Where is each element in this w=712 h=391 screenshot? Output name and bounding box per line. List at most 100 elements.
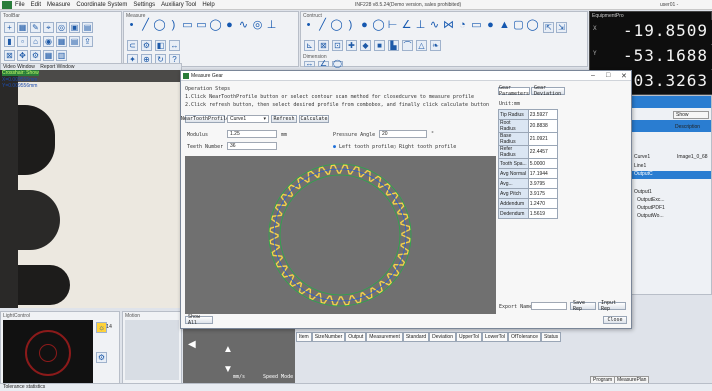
construct-line-icon[interactable]: ╱ [317, 20, 328, 31]
modulus-input[interactable]: 1.25 [227, 130, 277, 138]
col-size-number[interactable]: SizeNumber [311, 332, 346, 342]
construct-oval-icon[interactable]: ◯ [526, 20, 538, 31]
export-name-input[interactable] [531, 302, 567, 310]
item-outputc[interactable]: OutputC [631, 171, 711, 179]
light-settings-icon[interactable]: ⚙ [96, 352, 107, 363]
item-outputwo[interactable]: OutputWo... [637, 213, 664, 219]
motion-view[interactable]: ▲ ◀ ▼ mm/s Speed Mode [183, 329, 295, 384]
zoom-icon[interactable]: ◎ [56, 22, 67, 33]
construct-delta-icon[interactable]: △ [416, 40, 427, 51]
col-of-tolerance[interactable]: OfTolerance [508, 332, 541, 342]
report-icon[interactable]: ▤ [69, 36, 80, 47]
item-outputpdf[interactable]: OutputPDF1 [637, 205, 665, 211]
teeth-number-input[interactable]: 36 [227, 142, 277, 150]
point-tool-icon[interactable]: • [126, 20, 137, 31]
col-lower-tol[interactable]: LowerTol [482, 332, 509, 342]
construct-rect-icon[interactable]: ▭ [471, 20, 482, 31]
chart-icon[interactable]: ▥ [56, 50, 67, 61]
result-value[interactable]: 21.0921 [527, 132, 559, 146]
menu-coordinate-system[interactable]: Coordinate System [76, 2, 127, 8]
construct-extend-icon[interactable]: ⇱ [543, 22, 554, 33]
construct-angle-icon[interactable]: ∠ [401, 20, 412, 31]
construct-block-icon[interactable]: ■ [374, 40, 385, 51]
refresh-button[interactable]: Refresh [271, 115, 297, 123]
close-button[interactable]: Close [603, 316, 627, 324]
result-value[interactable]: 23.5927 [527, 109, 559, 120]
menu-auxiliary-tool[interactable]: Auxiliary Tool [161, 2, 196, 8]
item-output1[interactable]: Output1 [634, 189, 652, 195]
construct-point-icon[interactable]: • [303, 20, 314, 31]
rect-tool-icon[interactable]: ▭ [182, 20, 193, 31]
dim-distance-icon[interactable]: ↔ [304, 60, 315, 68]
construct-square-icon[interactable]: ▢ [513, 20, 524, 31]
grid2-icon[interactable]: ▦ [43, 50, 54, 61]
user-label[interactable]: user01 - [660, 2, 678, 8]
motion-pad[interactable] [125, 320, 179, 380]
window-icon[interactable]: ▣ [69, 22, 80, 33]
maximize-icon[interactable]: □ [606, 72, 610, 79]
dim-radius-icon[interactable]: ◯ [332, 60, 343, 68]
line-tool-icon[interactable]: ╱ [140, 20, 151, 31]
col-upper-tol[interactable]: UpperTol [456, 332, 483, 342]
menu-file[interactable]: File [15, 2, 25, 8]
right-filter[interactable]: Show [673, 111, 709, 119]
open-icon[interactable]: ▮ [4, 36, 15, 47]
result-value[interactable]: 1.2470 [527, 198, 559, 209]
near-tooth-profile-button[interactable]: NearToothProfile [181, 115, 229, 123]
fit-icon[interactable]: ⊠ [4, 50, 15, 61]
result-value[interactable]: 22.4457 [527, 145, 559, 159]
construct-fill-icon[interactable]: ▙ [388, 40, 399, 51]
result-value[interactable]: 20.8838 [527, 119, 559, 133]
col-output[interactable]: Output [345, 332, 367, 342]
result-value[interactable]: 17.1944 [527, 168, 559, 179]
layout-icon[interactable]: ▦ [56, 36, 67, 47]
left-profile-radio[interactable]: ● Left tooth profile [333, 144, 393, 150]
blob-tool-icon[interactable]: ● [224, 20, 235, 31]
home-icon[interactable]: ⌂ [30, 36, 41, 47]
construct-arc-icon[interactable]: ) [345, 20, 356, 31]
dim-angle-icon[interactable]: ∠ [318, 60, 329, 68]
construct-ring-icon[interactable]: ◯ [372, 20, 384, 31]
move-icon[interactable]: ✥ [17, 50, 28, 61]
table-icon[interactable]: ▤ [82, 22, 93, 33]
result-value[interactable]: 3.9175 [527, 188, 559, 199]
slot-tool-icon[interactable]: ▭ [196, 20, 207, 31]
curve-select[interactable]: Curve1 ▾ [227, 115, 269, 123]
light-ring-display[interactable] [3, 320, 93, 386]
col-status[interactable]: Status [541, 332, 562, 342]
close-icon[interactable]: ✕ [621, 72, 627, 80]
construct-leaf-icon[interactable]: ❧ [430, 40, 441, 51]
result-value[interactable]: 3.9795 [527, 178, 559, 189]
gear-tool-icon[interactable]: ⚙ [141, 40, 152, 51]
area-icon[interactable]: ◧ [155, 40, 166, 51]
col-item[interactable]: Item [296, 332, 312, 342]
circle-tool-icon[interactable]: ◯ [153, 20, 165, 31]
focus-tool-icon[interactable]: ◎ [252, 20, 263, 31]
gear-deviation-tab[interactable]: Gear Deviation [531, 85, 565, 97]
tool-icon[interactable]: ✎ [30, 22, 41, 33]
item-image1[interactable]: Image1_0_68 [677, 154, 708, 160]
menu-settings[interactable]: Settings [133, 2, 155, 8]
save-report-button[interactable]: Save Rep [570, 300, 596, 312]
item-line1[interactable]: Line1 [634, 163, 646, 169]
menu-help[interactable]: Help [202, 2, 214, 8]
result-value[interactable]: 5.0000 [527, 158, 559, 169]
edge-tool-icon[interactable]: ⊥ [266, 20, 277, 31]
item-outputexc[interactable]: OutputExc... [637, 197, 665, 203]
curve-tool-icon[interactable]: ∿ [238, 20, 249, 31]
construct-blob-icon[interactable]: ● [359, 20, 370, 31]
camera-icon[interactable]: ◉ [43, 36, 54, 47]
construct-cross-icon[interactable]: ⊠ [318, 40, 329, 51]
col-standard[interactable]: Standard [402, 332, 430, 342]
result-value[interactable]: 1.5619 [527, 208, 559, 219]
construct-perp-icon[interactable]: ⊥ [415, 20, 426, 31]
construct-dot-icon[interactable]: ● [485, 20, 496, 31]
video-window[interactable]: Crosshair: Show X=0.009555mm Y=0.009556m… [0, 70, 182, 308]
construct-diamond-icon[interactable]: ◆ [360, 40, 371, 51]
gear-parameters-tab[interactable]: Gear Parameters [498, 85, 530, 97]
construct-tangent-icon[interactable]: ⊾ [304, 40, 315, 51]
construct-curve-icon[interactable]: ∿ [429, 20, 440, 31]
gear-profile-canvas[interactable] [185, 156, 496, 314]
minimize-icon[interactable]: – [591, 72, 595, 79]
export-icon[interactable]: ⇪ [82, 36, 93, 47]
